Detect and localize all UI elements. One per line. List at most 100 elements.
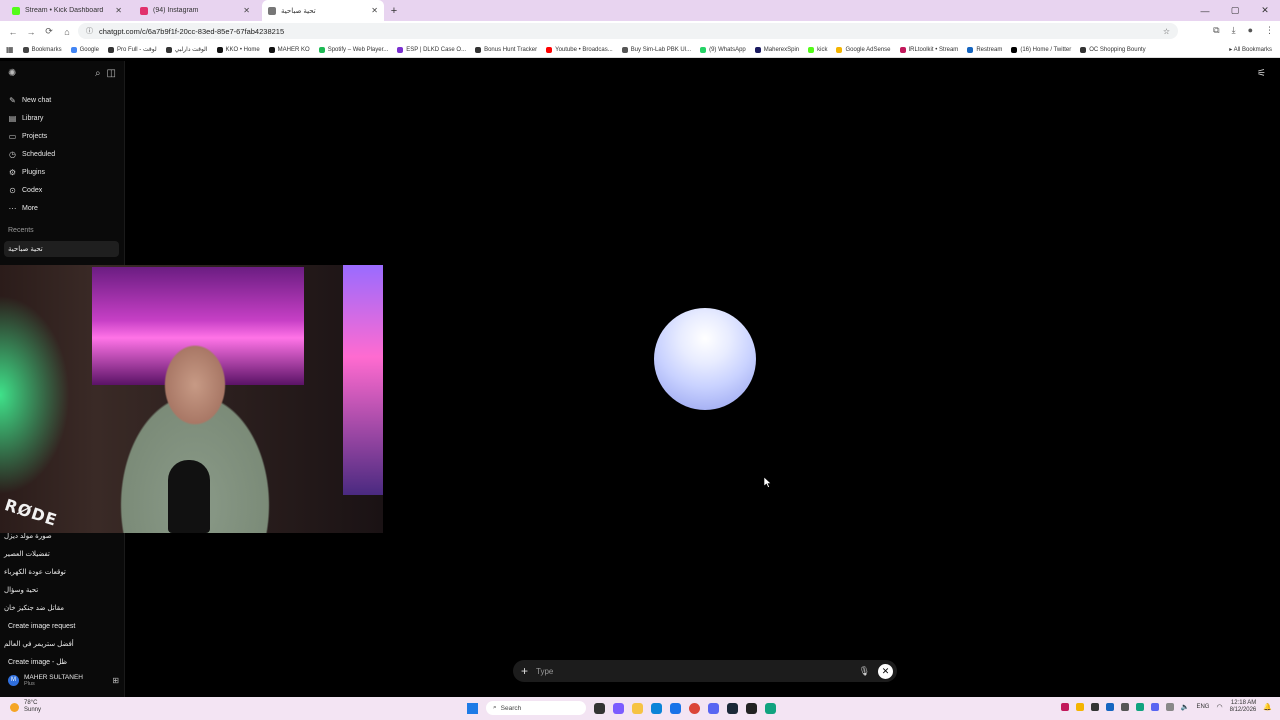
browser-tab[interactable]: Stream • Kick Dashboard ✕	[6, 0, 128, 21]
tray-app-icon[interactable]	[1150, 703, 1159, 711]
browser-tab[interactable]: (94) Instagram ✕	[134, 0, 256, 21]
wifi-icon[interactable]: ◠	[1216, 703, 1222, 711]
home-icon[interactable]: ⌂	[58, 27, 76, 37]
recent-chat-item[interactable]: أفضل ستريمر في العالم	[4, 636, 116, 652]
notifications-icon[interactable]: 🔔	[1263, 703, 1272, 711]
bookmark-item[interactable]: Spotify – Web Player...	[318, 46, 389, 53]
bookmark-item[interactable]: OC Shopping Bounty	[1080, 46, 1146, 53]
menu-icon[interactable]: ⋮	[1265, 25, 1274, 36]
bookmark-label: Pro Full - لوقت	[116, 47, 157, 53]
reload-icon[interactable]: ⟳	[40, 26, 58, 37]
speaker-icon[interactable]: 🔈	[1181, 703, 1190, 711]
bookmark-item[interactable]: Restream	[967, 46, 1002, 53]
bookmark-item[interactable]: Bonus Hunt Tracker	[475, 46, 537, 53]
search-icon[interactable]: ⌕	[95, 68, 101, 79]
close-tab-icon[interactable]: ✕	[115, 6, 122, 15]
discord-icon[interactable]	[708, 702, 719, 714]
bookmark-item[interactable]: Bookmarks	[22, 46, 62, 53]
recent-chat-item[interactable]: مقاتل ضد جنكيز خان	[4, 600, 116, 616]
bookmark-item[interactable]: الوقت دارلبي	[165, 46, 208, 53]
weather-temp: 78°C	[24, 700, 38, 706]
apps-icon[interactable]: ▦	[6, 45, 14, 54]
download-icon[interactable]: ⤓	[1232, 25, 1236, 36]
sidebar-item-scheduled[interactable]: ◷ Scheduled	[0, 145, 124, 163]
sidebar-item-plugins[interactable]: ⚙ Plugins	[0, 163, 124, 181]
taskbar-search[interactable]: ⌕ Search	[486, 701, 586, 715]
close-tab-icon[interactable]: ✕	[243, 6, 250, 15]
weather-widget[interactable]: 78°C Sunny	[10, 700, 41, 714]
browser-tab[interactable]: تحية صباحية ✕	[262, 0, 384, 21]
bookmark-item[interactable]: IRLtoolkit • Stream	[899, 46, 958, 53]
all-bookmarks[interactable]: ▸ All Bookmarks	[1229, 46, 1272, 53]
bookmark-item[interactable]: MaherexSpin	[754, 46, 799, 53]
bookmark-label: Google AdSense	[845, 46, 891, 53]
user-profile[interactable]: M MAHER SULTANEH Plus ⊞	[0, 669, 125, 691]
webcam-microphone	[168, 460, 210, 533]
bookmark-item[interactable]: KKO • Home	[216, 46, 260, 53]
recent-chat-item[interactable]: تفضيلات العصير	[4, 546, 116, 562]
sidebar-item-new-chat[interactable]: ✎ New chat	[0, 91, 124, 109]
store-icon[interactable]	[670, 702, 681, 714]
add-attachment-icon[interactable]: +	[521, 664, 528, 678]
windows-start-icon[interactable]	[467, 702, 478, 714]
edge-icon[interactable]	[651, 702, 662, 714]
bookmark-star-icon[interactable]: ☆	[1163, 27, 1170, 36]
tray-app-icon[interactable]	[1060, 703, 1069, 711]
sidebar-item-more[interactable]: ⋯ More	[0, 199, 124, 217]
forward-icon[interactable]: →	[22, 27, 40, 37]
recent-chat-item[interactable]: Create image request	[4, 618, 116, 634]
voice-settings-icon[interactable]: ⚟	[1257, 68, 1266, 79]
site-info-icon[interactable]: ⓘ	[86, 26, 93, 36]
sidebar-toggle-icon[interactable]: ◫	[107, 68, 116, 79]
recent-chat-active[interactable]: تحية صباحية	[4, 241, 119, 257]
copilot-icon[interactable]	[613, 702, 624, 714]
sidebar-item-codex[interactable]: ⊙ Codex	[0, 181, 124, 199]
close-tab-icon[interactable]: ✕	[371, 6, 378, 15]
message-input[interactable]	[536, 666, 851, 676]
profile-icon[interactable]: ●	[1248, 25, 1253, 36]
close-window-icon[interactable]: ✕	[1250, 0, 1280, 21]
bookmark-item[interactable]: ESP | DLKD Case O...	[397, 46, 466, 53]
clock[interactable]: 12:18 AM 8/12/2026	[1230, 700, 1257, 714]
bookmark-item[interactable]: Google AdSense	[836, 46, 891, 53]
tray-app-icon[interactable]	[1135, 703, 1144, 711]
bookmark-item[interactable]: (9) WhatsApp	[700, 46, 746, 53]
chrome-icon[interactable]	[689, 702, 700, 714]
steam-icon[interactable]	[727, 702, 738, 714]
bookmark-item[interactable]: Buy Sim-Lab PBK Ul...	[621, 46, 691, 53]
app-icon[interactable]	[746, 702, 757, 714]
new-tab-button[interactable]: +	[384, 0, 404, 21]
back-icon[interactable]: ←	[4, 27, 22, 37]
bookmark-item[interactable]: MAHER KO	[268, 46, 310, 53]
tray-app-icon[interactable]	[1090, 703, 1099, 711]
maximize-icon[interactable]: ▢	[1220, 0, 1250, 21]
task-view-icon[interactable]	[594, 702, 605, 714]
chatgpt-logo-icon[interactable]: ✺	[8, 68, 16, 79]
gift-icon[interactable]: ⊞	[112, 676, 119, 685]
tray-app-icon[interactable]	[1165, 703, 1174, 711]
bookmark-item[interactable]: (16) Home / Twitter	[1011, 46, 1071, 53]
tray-app-icon[interactable]	[1105, 703, 1114, 711]
bookmark-item[interactable]: Pro Full - لوقت	[107, 46, 157, 53]
bookmark-item[interactable]: Google	[70, 46, 99, 53]
recent-chat-item[interactable]: توقعات عودة الكهرباء	[4, 564, 116, 580]
minimize-icon[interactable]: —	[1190, 0, 1220, 21]
end-voice-button[interactable]: ✕	[878, 663, 893, 679]
sidebar-item-library[interactable]: ▤ Library	[0, 109, 124, 127]
language-indicator[interactable]: ENG	[1196, 704, 1209, 710]
nav-icon: ▭	[8, 131, 17, 141]
recent-chat-item[interactable]: تحية وسؤال	[4, 582, 116, 598]
recent-chat-item[interactable]: Create image - ظل	[4, 654, 116, 670]
chatgpt-app-icon[interactable]	[765, 702, 776, 714]
bookmark-item[interactable]: Youtube • Broadcas...	[546, 46, 613, 53]
sidebar-item-label: Codex	[22, 186, 43, 194]
sidebar-item-projects[interactable]: ▭ Projects	[0, 127, 124, 145]
url-field[interactable]: ⓘ chatgpt.com/c/6a7b9f1f-20cc-83ed-85e7-…	[78, 23, 1178, 39]
microphone-icon[interactable]: 🎙	[859, 666, 870, 677]
bookmark-label: Spotify – Web Player...	[327, 46, 389, 53]
bookmark-item[interactable]: kick	[808, 46, 827, 53]
extensions-icon[interactable]: ⧉	[1213, 25, 1219, 36]
file-explorer-icon[interactable]	[632, 702, 643, 714]
tray-app-icon[interactable]	[1075, 703, 1084, 711]
tray-app-icon[interactable]	[1120, 703, 1129, 711]
